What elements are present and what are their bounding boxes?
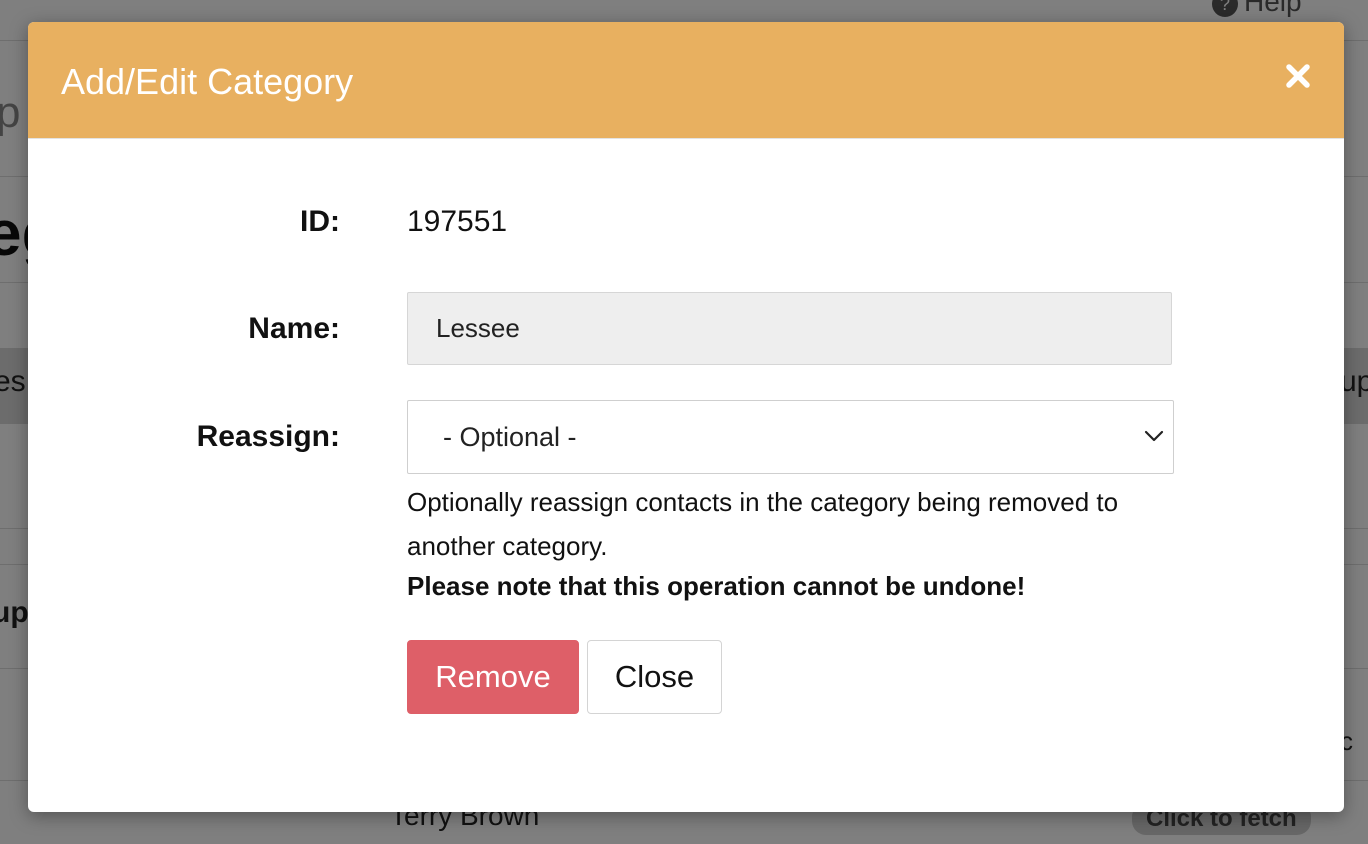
id-label: ID:	[300, 205, 340, 238]
reassign-help-text: Optionally reassign contacts in the cate…	[407, 487, 1119, 561]
undo-warning-text: Please note that this operation cannot b…	[407, 571, 1026, 601]
modal-title: Add/Edit Category	[61, 61, 354, 102]
remove-button[interactable]: Remove	[407, 640, 579, 714]
id-value: 197551	[407, 205, 508, 238]
close-button[interactable]: Close	[587, 640, 722, 714]
close-icon[interactable]	[1282, 60, 1314, 92]
reassign-selected-value: - Optional -	[443, 422, 577, 452]
chevron-down-icon	[1144, 429, 1164, 443]
name-field[interactable]	[407, 292, 1172, 365]
reassign-label: Reassign:	[196, 420, 340, 453]
name-label: Name:	[248, 312, 340, 345]
modal-header: Add/Edit Category	[28, 22, 1344, 139]
reassign-select[interactable]: - Optional -	[407, 400, 1174, 474]
add-edit-category-modal: Add/Edit Category ID: 197551 Name: Reass…	[28, 22, 1344, 812]
